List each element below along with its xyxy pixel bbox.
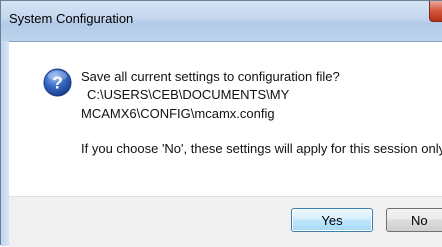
session-note-text: If you choose 'No', these settings will … <box>81 141 442 156</box>
question-icon: ? <box>43 68 72 97</box>
dialog-window: System Configuration ? Save all current … <box>0 0 442 247</box>
no-button[interactable]: No <box>386 208 442 232</box>
window-title: System Configuration <box>9 11 134 26</box>
close-button[interactable] <box>429 1 442 22</box>
config-path-line-1: C:\USERS\CEB\DOCUMENTS\MY <box>87 87 290 102</box>
button-bar <box>9 196 442 247</box>
dialog-content <box>9 42 442 205</box>
question-text: Save all current settings to configurati… <box>81 69 340 84</box>
window-frame-left <box>1 41 9 246</box>
svg-text:?: ? <box>52 72 63 92</box>
config-path-line-2: MCAMX6\CONFIG\mcamx.config <box>81 106 275 121</box>
title-bar[interactable]: System Configuration <box>1 1 442 42</box>
yes-button[interactable]: Yes <box>291 208 373 232</box>
